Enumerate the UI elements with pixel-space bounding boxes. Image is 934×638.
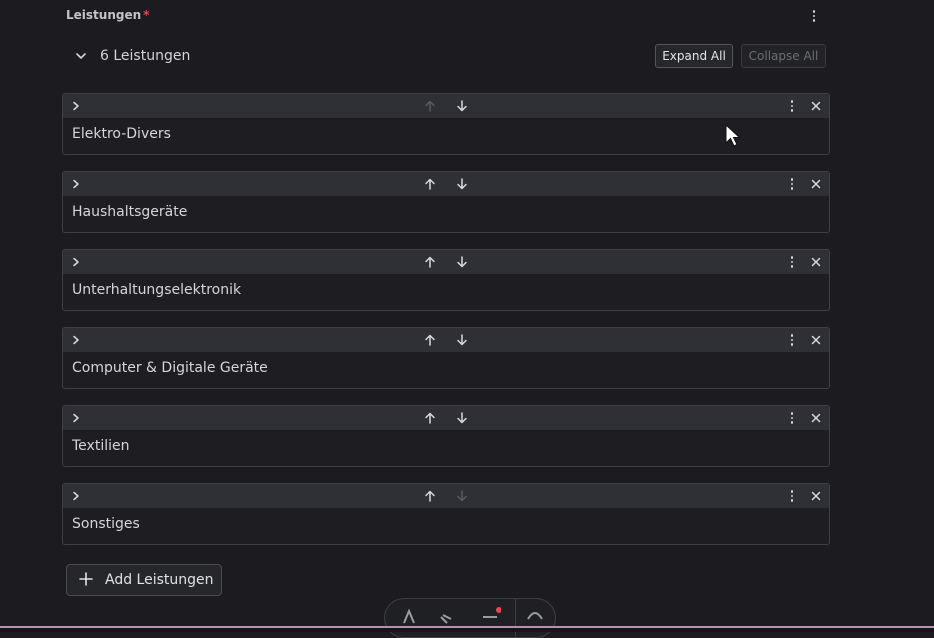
arrow-down-icon[interactable] [453,331,471,349]
arrow-up-icon[interactable] [421,175,439,193]
arrow-up-icon[interactable] [421,253,439,271]
more-vertical-icon [812,10,816,22]
chevron-right-icon[interactable] [67,175,85,193]
group-summary[interactable]: 6 Leistungen [72,44,190,68]
arrow-down-icon [453,487,471,505]
more-vertical-icon[interactable] [783,253,801,271]
text-icon[interactable] [399,605,419,625]
arrow-up-icon[interactable] [421,409,439,427]
list-item[interactable]: Haushaltsgeräte [62,171,830,233]
chevron-down-icon[interactable] [72,47,90,65]
collapse-all-button[interactable]: Collapse All [741,44,826,68]
chat-icon[interactable] [525,605,545,625]
item-title[interactable]: Haushaltsgeräte [72,204,187,220]
arrow-down-icon[interactable] [453,253,471,271]
arrow-down-icon[interactable] [453,97,471,115]
brush-icon[interactable] [437,605,457,625]
item-header-bar[interactable] [63,250,829,274]
arrow-down-icon[interactable] [453,409,471,427]
arrow-up-icon[interactable] [421,487,439,505]
chevron-right-icon[interactable] [67,97,85,115]
mouse-cursor-icon [725,124,741,147]
close-icon[interactable] [807,331,825,349]
arrow-up-icon[interactable] [421,331,439,349]
item-title[interactable]: Computer & Digitale Geräte [72,360,268,376]
plus-icon [79,571,93,590]
more-vertical-icon[interactable] [783,175,801,193]
field-label-text: Leistungen [66,8,142,22]
list-item[interactable]: Elektro-Divers [62,93,830,155]
item-title[interactable]: Textilien [72,438,129,454]
item-title[interactable]: Unterhaltungselektronik [72,282,241,298]
more-vertical-icon[interactable] [783,97,801,115]
more-vertical-icon[interactable] [783,331,801,349]
more-vertical-icon[interactable] [783,487,801,505]
item-header-bar[interactable] [63,94,829,118]
bottom-strip [0,628,934,632]
required-marker: * [143,8,150,22]
list-item[interactable]: Sonstiges [62,483,830,545]
close-icon[interactable] [807,487,825,505]
close-icon[interactable] [807,175,825,193]
item-count: 6 Leistungen [100,48,191,64]
more-vertical-icon[interactable] [783,409,801,427]
chevron-right-icon[interactable] [67,487,85,505]
field-menu-button[interactable] [805,7,823,25]
arrow-down-icon[interactable] [453,175,471,193]
add-item-button[interactable]: Add Leistungen [66,564,222,596]
expand-all-button[interactable]: Expand All [655,44,733,68]
notification-icon[interactable] [481,605,501,625]
arrow-up-icon [421,97,439,115]
chevron-right-icon[interactable] [67,409,85,427]
item-header-bar[interactable] [63,406,829,430]
close-icon[interactable] [807,409,825,427]
chevron-right-icon[interactable] [67,331,85,349]
list-item[interactable]: Textilien [62,405,830,467]
item-header-bar[interactable] [63,172,829,196]
close-icon[interactable] [807,97,825,115]
close-icon[interactable] [807,253,825,271]
list-item[interactable]: Computer & Digitale Geräte [62,327,830,389]
item-header-bar[interactable] [63,484,829,508]
item-title[interactable]: Sonstiges [72,516,140,532]
chevron-right-icon[interactable] [67,253,85,271]
toolbar-divider [515,599,516,637]
field-label: Leistungen * [66,8,149,22]
list-item[interactable]: Unterhaltungselektronik [62,249,830,311]
add-item-label: Add Leistungen [105,572,214,588]
floating-toolbar[interactable] [384,598,556,638]
item-title[interactable]: Elektro-Divers [72,126,171,142]
item-header-bar[interactable] [63,328,829,352]
